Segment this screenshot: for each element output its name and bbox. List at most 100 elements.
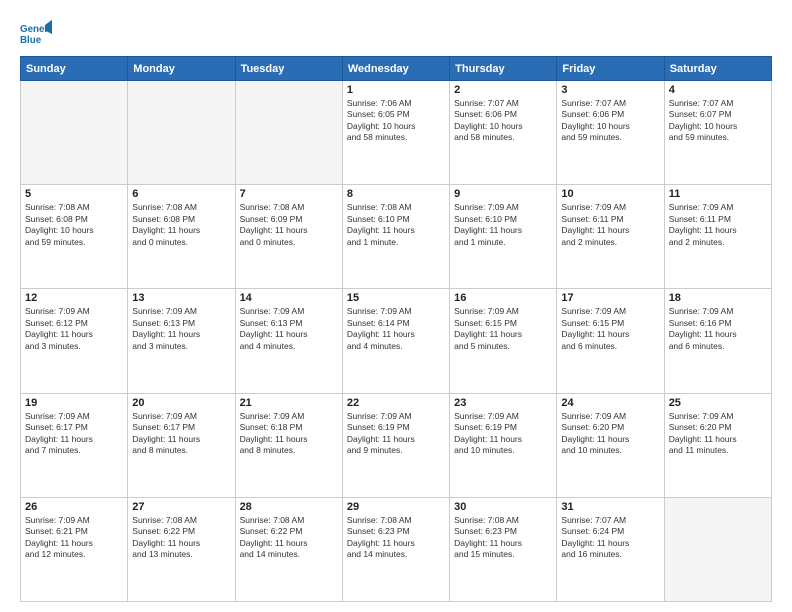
calendar-day-cell: 17 Sunrise: 7:09 AM Sunset: 6:15 PM Dayli…	[557, 289, 664, 393]
general-blue-logo-icon: General Blue	[20, 18, 52, 50]
weekday-header-saturday: Saturday	[664, 57, 771, 81]
calendar-day-cell: 14 Sunrise: 7:09 AM Sunset: 6:13 PM Dayli…	[235, 289, 342, 393]
day-info: Sunrise: 7:09 AM Sunset: 6:20 PM Dayligh…	[669, 411, 767, 457]
day-number: 25	[669, 397, 767, 409]
day-number: 26	[25, 501, 123, 513]
logo: General Blue	[20, 18, 52, 50]
day-info: Sunrise: 7:09 AM Sunset: 6:11 PM Dayligh…	[561, 202, 659, 248]
calendar-day-cell: 15 Sunrise: 7:09 AM Sunset: 6:14 PM Dayli…	[342, 289, 449, 393]
day-info: Sunrise: 7:08 AM Sunset: 6:22 PM Dayligh…	[240, 515, 338, 561]
calendar-day-cell: 13 Sunrise: 7:09 AM Sunset: 6:13 PM Dayli…	[128, 289, 235, 393]
day-info: Sunrise: 7:09 AM Sunset: 6:12 PM Dayligh…	[25, 306, 123, 352]
calendar-day-cell: 20Sunrise: 7:09 AM Sunset: 6:17 PM Dayli…	[128, 393, 235, 497]
calendar-day-cell: 5 Sunrise: 7:08 AM Sunset: 6:08 PM Daylig…	[21, 185, 128, 289]
calendar-table: SundayMondayTuesdayWednesdayThursdayFrid…	[20, 56, 772, 602]
day-number: 14	[240, 292, 338, 304]
calendar-day-cell: 3 Sunrise: 7:07 AM Sunset: 6:06 PM Daylig…	[557, 81, 664, 185]
day-number: 27	[132, 501, 230, 513]
calendar-day-cell: 26 Sunrise: 7:09 AM Sunset: 6:21 PM Dayli…	[21, 497, 128, 601]
page: General Blue SundayMondayTuesdayWednesda…	[0, 0, 792, 612]
day-number: 12	[25, 292, 123, 304]
day-info: Sunrise: 7:09 AM Sunset: 6:10 PM Dayligh…	[454, 202, 552, 248]
day-info: Sunrise: 7:08 AM Sunset: 6:08 PM Dayligh…	[132, 202, 230, 248]
day-number: 16	[454, 292, 552, 304]
day-number: 11	[669, 188, 767, 200]
day-info: Sunrise: 7:09 AM Sunset: 6:21 PM Dayligh…	[25, 515, 123, 561]
day-number: 29	[347, 501, 445, 513]
day-info: Sunrise: 7:09 AM Sunset: 6:14 PM Dayligh…	[347, 306, 445, 352]
weekday-header-monday: Monday	[128, 57, 235, 81]
calendar-day-cell: 10Sunrise: 7:09 AM Sunset: 6:11 PM Dayli…	[557, 185, 664, 289]
calendar-week-row: 26 Sunrise: 7:09 AM Sunset: 6:21 PM Dayli…	[21, 497, 772, 601]
day-info: Sunrise: 7:09 AM Sunset: 6:13 PM Dayligh…	[132, 306, 230, 352]
day-info: Sunrise: 7:09 AM Sunset: 6:17 PM Dayligh…	[132, 411, 230, 457]
day-info: Sunrise: 7:09 AM Sunset: 6:15 PM Dayligh…	[561, 306, 659, 352]
day-number: 2	[454, 84, 552, 96]
day-number: 31	[561, 501, 659, 513]
day-number: 13	[132, 292, 230, 304]
calendar-week-row: 1 Sunrise: 7:06 AM Sunset: 6:05 PM Daylig…	[21, 81, 772, 185]
calendar-day-cell: 8 Sunrise: 7:08 AM Sunset: 6:10 PM Daylig…	[342, 185, 449, 289]
calendar-day-cell: 24Sunrise: 7:09 AM Sunset: 6:20 PM Dayli…	[557, 393, 664, 497]
day-info: Sunrise: 7:09 AM Sunset: 6:16 PM Dayligh…	[669, 306, 767, 352]
day-info: Sunrise: 7:09 AM Sunset: 6:17 PM Dayligh…	[25, 411, 123, 457]
day-number: 21	[240, 397, 338, 409]
calendar-day-cell: 7 Sunrise: 7:08 AM Sunset: 6:09 PM Daylig…	[235, 185, 342, 289]
calendar-day-cell	[235, 81, 342, 185]
calendar-day-cell: 23 Sunrise: 7:09 AM Sunset: 6:19 PM Dayli…	[450, 393, 557, 497]
weekday-header-tuesday: Tuesday	[235, 57, 342, 81]
calendar-day-cell: 30Sunrise: 7:08 AM Sunset: 6:23 PM Dayli…	[450, 497, 557, 601]
day-number: 9	[454, 188, 552, 200]
day-info: Sunrise: 7:08 AM Sunset: 6:22 PM Dayligh…	[132, 515, 230, 561]
day-number: 28	[240, 501, 338, 513]
day-info: Sunrise: 7:07 AM Sunset: 6:24 PM Dayligh…	[561, 515, 659, 561]
svg-text:Blue: Blue	[20, 35, 42, 46]
day-info: Sunrise: 7:09 AM Sunset: 6:13 PM Dayligh…	[240, 306, 338, 352]
calendar-day-cell: 28 Sunrise: 7:08 AM Sunset: 6:22 PM Dayli…	[235, 497, 342, 601]
calendar-week-row: 5 Sunrise: 7:08 AM Sunset: 6:08 PM Daylig…	[21, 185, 772, 289]
day-info: Sunrise: 7:09 AM Sunset: 6:19 PM Dayligh…	[454, 411, 552, 457]
day-info: Sunrise: 7:07 AM Sunset: 6:06 PM Dayligh…	[561, 98, 659, 144]
day-number: 4	[669, 84, 767, 96]
calendar-day-cell: 11 Sunrise: 7:09 AM Sunset: 6:11 PM Dayli…	[664, 185, 771, 289]
day-info: Sunrise: 7:08 AM Sunset: 6:09 PM Dayligh…	[240, 202, 338, 248]
day-number: 8	[347, 188, 445, 200]
calendar-day-cell	[21, 81, 128, 185]
day-info: Sunrise: 7:09 AM Sunset: 6:11 PM Dayligh…	[669, 202, 767, 248]
day-info: Sunrise: 7:06 AM Sunset: 6:05 PM Dayligh…	[347, 98, 445, 144]
day-number: 17	[561, 292, 659, 304]
calendar-day-cell	[664, 497, 771, 601]
day-info: Sunrise: 7:08 AM Sunset: 6:08 PM Dayligh…	[25, 202, 123, 248]
calendar-day-cell: 18 Sunrise: 7:09 AM Sunset: 6:16 PM Dayli…	[664, 289, 771, 393]
day-info: Sunrise: 7:08 AM Sunset: 6:10 PM Dayligh…	[347, 202, 445, 248]
day-number: 18	[669, 292, 767, 304]
day-info: Sunrise: 7:07 AM Sunset: 6:06 PM Dayligh…	[454, 98, 552, 144]
day-number: 24	[561, 397, 659, 409]
day-number: 5	[25, 188, 123, 200]
calendar-day-cell: 9 Sunrise: 7:09 AM Sunset: 6:10 PM Daylig…	[450, 185, 557, 289]
calendar-day-cell: 19 Sunrise: 7:09 AM Sunset: 6:17 PM Dayli…	[21, 393, 128, 497]
day-number: 3	[561, 84, 659, 96]
day-number: 1	[347, 84, 445, 96]
calendar-day-cell: 4Sunrise: 7:07 AM Sunset: 6:07 PM Daylig…	[664, 81, 771, 185]
calendar-day-cell: 21 Sunrise: 7:09 AM Sunset: 6:18 PM Dayli…	[235, 393, 342, 497]
day-number: 6	[132, 188, 230, 200]
calendar-day-cell: 22Sunrise: 7:09 AM Sunset: 6:19 PM Dayli…	[342, 393, 449, 497]
weekday-header-wednesday: Wednesday	[342, 57, 449, 81]
day-info: Sunrise: 7:09 AM Sunset: 6:19 PM Dayligh…	[347, 411, 445, 457]
day-number: 23	[454, 397, 552, 409]
day-number: 30	[454, 501, 552, 513]
calendar-day-cell: 1 Sunrise: 7:06 AM Sunset: 6:05 PM Daylig…	[342, 81, 449, 185]
calendar-day-cell	[128, 81, 235, 185]
day-number: 7	[240, 188, 338, 200]
calendar-day-cell: 6 Sunrise: 7:08 AM Sunset: 6:08 PM Daylig…	[128, 185, 235, 289]
header: General Blue	[20, 18, 772, 50]
calendar-week-row: 19 Sunrise: 7:09 AM Sunset: 6:17 PM Dayli…	[21, 393, 772, 497]
calendar-week-row: 12 Sunrise: 7:09 AM Sunset: 6:12 PM Dayli…	[21, 289, 772, 393]
weekday-header-thursday: Thursday	[450, 57, 557, 81]
day-info: Sunrise: 7:09 AM Sunset: 6:18 PM Dayligh…	[240, 411, 338, 457]
day-number: 15	[347, 292, 445, 304]
calendar-day-cell: 16Sunrise: 7:09 AM Sunset: 6:15 PM Dayli…	[450, 289, 557, 393]
calendar-day-cell: 29Sunrise: 7:08 AM Sunset: 6:23 PM Dayli…	[342, 497, 449, 601]
day-number: 19	[25, 397, 123, 409]
